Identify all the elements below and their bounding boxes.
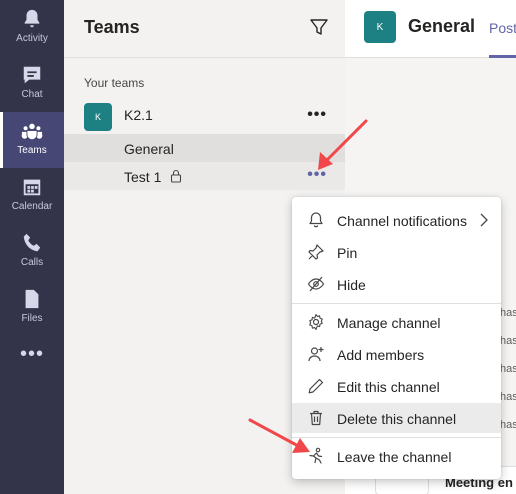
- chevron-right-icon: [480, 213, 488, 227]
- calendar-icon: [23, 179, 41, 196]
- teams-pane-header: Teams: [64, 0, 345, 58]
- menu-item-channel-notifications[interactable]: Channel notifications: [292, 205, 501, 235]
- channel-header: K General Post: [345, 0, 516, 58]
- menu-item-leave-channel[interactable]: Leave the channel: [292, 441, 501, 471]
- menu-label: Add members: [337, 347, 425, 363]
- team-name: K2.1: [124, 107, 153, 123]
- team-avatar: K: [84, 103, 112, 131]
- leave-icon: [309, 447, 323, 464]
- background-text: has: [500, 419, 516, 431]
- menu-label: Edit this channel: [337, 379, 440, 395]
- trash-icon: [310, 410, 322, 426]
- channel-title: General: [408, 16, 476, 36]
- bell-icon: [24, 9, 40, 28]
- channel-item-general[interactable]: General: [64, 134, 345, 162]
- background-text: has: [500, 391, 516, 403]
- rail-item-teams[interactable]: Teams: [0, 112, 64, 168]
- channel-more-options-button[interactable]: •••: [307, 166, 327, 184]
- rail-label-calendar: Calendar: [11, 201, 53, 212]
- rail-item-calls[interactable]: Calls: [0, 224, 64, 280]
- tab-active-indicator: [489, 55, 516, 58]
- rail-item-chat[interactable]: Chat: [0, 56, 64, 112]
- menu-label: Channel notifications: [337, 213, 467, 229]
- channel-context-menu: Channel notifications Pin Hide Manage ch…: [292, 197, 501, 479]
- menu-item-pin[interactable]: Pin: [292, 237, 501, 267]
- channel-avatar: K: [364, 11, 396, 43]
- menu-label: Leave the channel: [337, 449, 452, 465]
- background-text: has: [500, 307, 516, 319]
- rail-label-files: Files: [21, 313, 43, 324]
- teams-icon: [21, 123, 43, 140]
- tab-posts[interactable]: Post: [489, 20, 516, 36]
- menu-label: Pin: [337, 245, 358, 261]
- team-row-k21[interactable]: K K2.1 •••: [64, 100, 345, 132]
- team-more-options-button[interactable]: •••: [307, 106, 327, 124]
- rail-item-files[interactable]: Files: [0, 280, 64, 336]
- pencil-icon: [308, 378, 324, 394]
- rail-more-apps-button[interactable]: •••: [0, 344, 64, 364]
- menu-item-manage-channel[interactable]: Manage channel: [292, 307, 501, 337]
- menu-divider: [292, 303, 501, 304]
- bell-outline-icon: [309, 212, 323, 228]
- channel-label: Test 1: [124, 169, 162, 185]
- rail-label-calls: Calls: [20, 257, 44, 268]
- phone-icon: [23, 233, 41, 252]
- menu-label: Manage channel: [337, 315, 441, 331]
- chat-icon: [23, 66, 41, 84]
- rail-label-activity: Activity: [16, 33, 48, 44]
- channel-item-test-1[interactable]: Test 1 •••: [64, 162, 345, 190]
- menu-item-hide[interactable]: Hide: [292, 269, 501, 299]
- page-title: Teams: [84, 17, 140, 37]
- rail-label-chat: Chat: [21, 89, 43, 100]
- menu-item-add-members[interactable]: Add members: [292, 339, 501, 369]
- menu-label: Delete this channel: [337, 411, 457, 427]
- menu-item-delete-channel[interactable]: Delete this channel: [292, 403, 501, 433]
- menu-label: Hide: [337, 277, 366, 293]
- your-teams-heading: Your teams: [84, 76, 145, 90]
- pin-icon: [308, 244, 324, 260]
- menu-divider: [292, 437, 501, 438]
- file-icon: [25, 289, 39, 309]
- eye-off-icon: [307, 276, 325, 292]
- filter-icon[interactable]: [309, 17, 329, 37]
- lock-icon: [170, 169, 182, 183]
- gear-icon: [309, 313, 323, 331]
- add-person-icon: [308, 347, 324, 362]
- menu-item-edit-channel[interactable]: Edit this channel: [292, 371, 501, 401]
- rail-item-activity[interactable]: Activity: [0, 0, 64, 56]
- background-text: has: [500, 335, 516, 347]
- rail-label-teams: Teams: [17, 145, 47, 156]
- app-rail: Activity Chat Teams Calendar Calls Files…: [0, 0, 64, 494]
- background-text: has: [500, 363, 516, 375]
- channel-label: General: [124, 141, 174, 157]
- rail-item-calendar[interactable]: Calendar: [0, 168, 64, 224]
